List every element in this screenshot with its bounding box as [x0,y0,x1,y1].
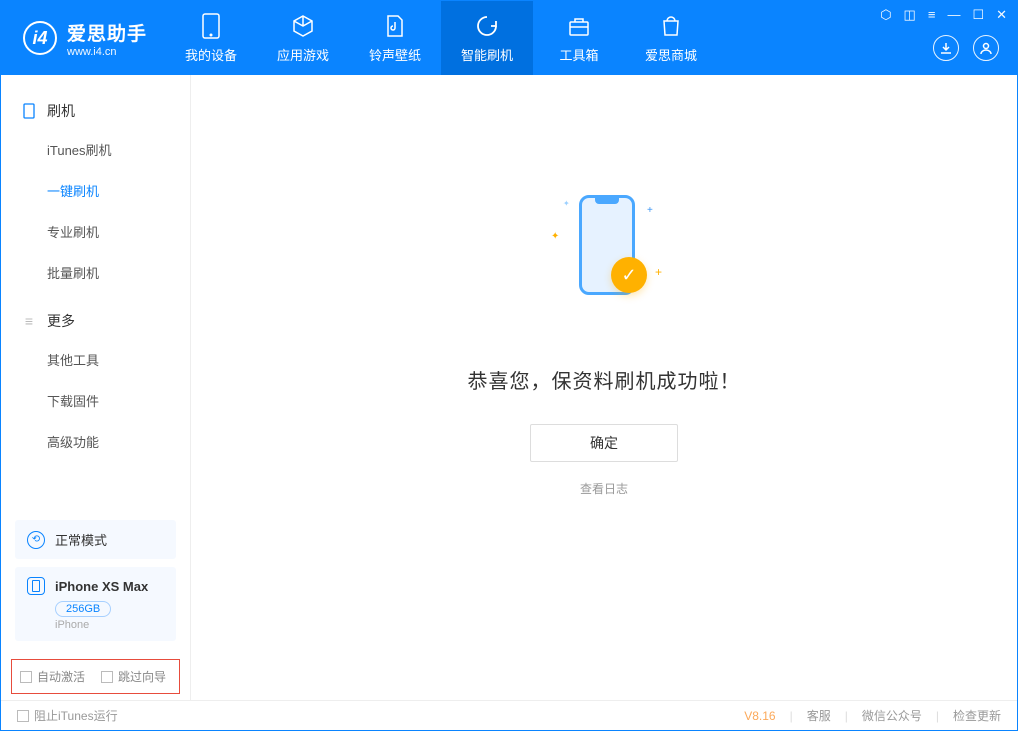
sidebar-section-flash: 刷机 iTunes刷机 一键刷机 专业刷机 批量刷机 [1,93,190,293]
main-content: ✦ ✦ + + ✓ 恭喜您，保资料刷机成功啦！ 确定 查看日志 [191,75,1017,700]
success-illustration: ✦ ✦ + + ✓ [549,195,659,335]
sidebar-section-more: ≡ 更多 其他工具 下载固件 高级功能 [1,303,190,462]
phone-icon [21,103,37,119]
checkbox-label: 自动激活 [37,668,85,685]
logo-subtitle: www.i4.cn [67,46,147,58]
mode-status-box[interactable]: ⟲ 正常模式 [15,520,176,559]
logo-title: 爱思助手 [67,19,147,46]
checkbox-label: 阻止iTunes运行 [34,707,118,724]
menu-icon[interactable]: ≡ [928,7,936,23]
phone-notch-icon [595,198,619,204]
sparkle-icon: ✦ [563,199,570,208]
ok-button[interactable]: 确定 [530,424,678,462]
shirt-icon[interactable]: ⬡ [880,7,891,23]
checkbox-skip-guide[interactable]: 跳过向导 [101,668,166,685]
device-capacity-badge: 256GB [55,601,111,617]
checkbox-auto-activate[interactable]: 自动激活 [20,668,85,685]
device-info-box[interactable]: iPhone XS Max 256GB iPhone [15,567,176,641]
download-icon[interactable] [933,35,959,61]
footer: 阻止iTunes运行 V8.16 | 客服 | 微信公众号 | 检查更新 [1,700,1017,730]
checkmark-badge-icon: ✓ [611,257,647,293]
sidebar-section-title: 更多 [47,311,75,331]
nav-store[interactable]: 爱思商城 [625,1,717,75]
sidebar-header-more: ≡ 更多 [1,303,190,339]
separator: | [936,709,939,723]
close-icon[interactable]: ✕ [996,7,1007,23]
sparkle-icon: + [655,265,662,279]
checkbox-icon [17,710,29,722]
checkbox-icon [101,671,113,683]
header-right-actions [933,35,999,61]
device-icon [198,13,224,39]
device-name: iPhone XS Max [55,579,148,594]
sidebar-item-pro-flash[interactable]: 专业刷机 [1,211,190,252]
nav-label: 铃声壁纸 [369,45,421,64]
success-message: 恭喜您，保资料刷机成功啦！ [468,365,741,394]
checkbox-label: 跳过向导 [118,668,166,685]
sidebar-spacer [1,472,190,512]
nav-toolbox[interactable]: 工具箱 [533,1,625,75]
toolbox-icon [566,13,592,39]
device-type: iPhone [55,619,164,631]
customer-service-link[interactable]: 客服 [807,707,831,724]
sidebar-header-flash: 刷机 [1,93,190,129]
sidebar-item-other-tools[interactable]: 其他工具 [1,339,190,380]
sparkle-icon: + [647,205,653,216]
nav-label: 应用游戏 [277,45,329,64]
device-phone-icon [27,577,45,595]
version-label: V8.16 [744,709,775,723]
nav-apps-games[interactable]: 应用游戏 [257,1,349,75]
logo-icon: i4 [23,21,57,55]
check-update-link[interactable]: 检查更新 [953,707,1001,724]
nav-my-device[interactable]: 我的设备 [165,1,257,75]
footer-right: V8.16 | 客服 | 微信公众号 | 检查更新 [744,707,1001,724]
nav-ringtones-wallpapers[interactable]: 铃声壁纸 [349,1,441,75]
sidebar-section-title: 刷机 [47,101,75,121]
app-header: i4 爱思助手 www.i4.cn 我的设备 应用游戏 铃声壁纸 智能刷机 工具… [1,1,1017,75]
logo-text: 爱思助手 www.i4.cn [67,19,147,58]
device-name-row: iPhone XS Max [27,577,164,595]
separator: | [845,709,848,723]
app-body: 刷机 iTunes刷机 一键刷机 专业刷机 批量刷机 ≡ 更多 其他工具 下载固… [1,75,1017,700]
app-logo: i4 爱思助手 www.i4.cn [1,19,165,58]
mode-icon: ⟲ [27,531,45,549]
sparkle-icon: ✦ [551,231,559,242]
nav-label: 我的设备 [185,45,237,64]
nav-label: 工具箱 [560,45,599,64]
user-icon[interactable] [973,35,999,61]
nav-label: 智能刷机 [461,45,513,64]
sidebar-item-oneclick-flash[interactable]: 一键刷机 [1,170,190,211]
minimize-icon[interactable]: — [947,7,960,23]
music-file-icon [382,13,408,39]
separator: | [790,709,793,723]
nav-label: 爱思商城 [645,45,697,64]
checkbox-block-itunes[interactable]: 阻止iTunes运行 [17,707,118,724]
flash-options-row: 自动激活 跳过向导 [11,659,180,694]
shopping-bag-icon [658,13,684,39]
lock-icon[interactable]: ◫ [904,7,916,23]
sidebar-item-advanced[interactable]: 高级功能 [1,421,190,462]
sidebar: 刷机 iTunes刷机 一键刷机 专业刷机 批量刷机 ≡ 更多 其他工具 下载固… [1,75,191,700]
mode-label: 正常模式 [55,530,107,549]
nav-smart-flash[interactable]: 智能刷机 [441,1,533,75]
main-nav: 我的设备 应用游戏 铃声壁纸 智能刷机 工具箱 爱思商城 [165,1,717,75]
checkbox-icon [20,671,32,683]
sidebar-item-itunes-flash[interactable]: iTunes刷机 [1,129,190,170]
sidebar-item-batch-flash[interactable]: 批量刷机 [1,252,190,293]
maximize-icon[interactable]: ☐ [972,7,984,23]
list-icon: ≡ [21,313,37,329]
window-controls: ⬡ ◫ ≡ — ☐ ✕ [880,7,1007,23]
wechat-link[interactable]: 微信公众号 [862,707,922,724]
refresh-shield-icon [474,13,500,39]
cube-icon [290,13,316,39]
view-log-link[interactable]: 查看日志 [580,480,628,497]
sidebar-item-download-firmware[interactable]: 下载固件 [1,380,190,421]
